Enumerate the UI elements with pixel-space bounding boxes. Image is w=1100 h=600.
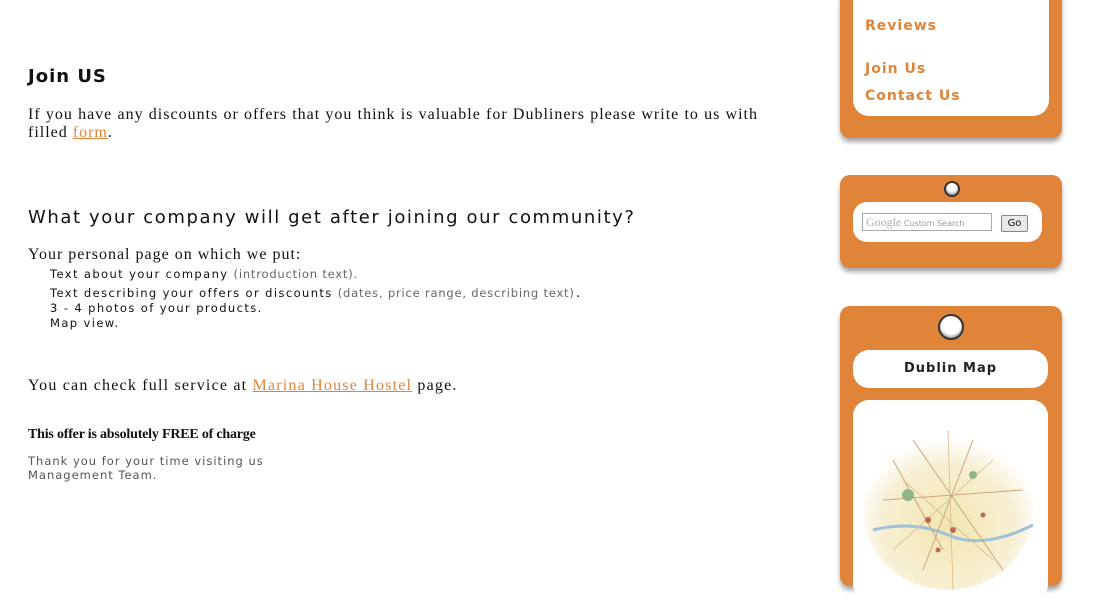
nav-join-us[interactable]: Join Us <box>865 61 926 77</box>
search-panel-inner: Google Custom Search Go <box>853 202 1042 242</box>
search-input[interactable]: Google Custom Search <box>862 213 992 231</box>
map-image <box>853 400 1048 600</box>
feature-note: (dates, price range, describing text) <box>337 286 575 300</box>
personal-page-text: Your personal page on which we put: <box>28 246 302 263</box>
page-title: Join US <box>28 66 107 87</box>
nav-panel: Reviews Join Us Contact Us <box>840 0 1062 138</box>
nav-reviews[interactable]: Reviews <box>865 18 937 34</box>
thanks-text: Thank you for your time visiting us Manag… <box>28 454 264 482</box>
feature-list: Text about your company (introduction te… <box>50 267 582 331</box>
nav-panel-inner: Reviews Join Us Contact Us <box>853 0 1049 116</box>
hanger-ring-icon <box>944 181 960 197</box>
intro-end: . <box>107 124 113 141</box>
check-service-text: You can check full service at Marina Hou… <box>28 377 458 395</box>
check-end: page. <box>412 377 458 394</box>
google-logo: Google <box>866 215 902 229</box>
search-panel: Google Custom Search Go <box>840 175 1062 268</box>
intro-paragraph: If you have any discounts or offers that… <box>28 106 758 142</box>
list-item: Map view. <box>50 316 582 331</box>
feature-end: . <box>574 286 583 300</box>
map-panel: Dublin Map <box>840 306 1062 600</box>
hanger-ring-icon <box>938 314 964 340</box>
dublin-map-thumbnail[interactable] <box>853 400 1048 600</box>
thanks-line-2: Management Team. <box>28 468 158 482</box>
marina-house-link[interactable]: Marina House Hostel <box>253 377 413 394</box>
map-title: Dublin Map <box>853 350 1048 388</box>
list-item: 3 - 4 photos of your products. <box>50 301 582 316</box>
feature-note: (introduction text). <box>233 267 358 281</box>
feature-text: Map view. <box>50 316 120 330</box>
check-text: You can check full service at <box>28 377 253 394</box>
thanks-line-1: Thank you for your time visiting us <box>28 454 264 468</box>
free-offer-text: This offer is absolutely FREE of charge <box>28 427 256 442</box>
list-item: Text about your company (introduction te… <box>50 267 582 282</box>
intro-text: If you have any discounts or offers that… <box>28 106 758 141</box>
search-placeholder: Custom Search <box>903 219 965 228</box>
feature-text: 3 - 4 photos of your products. <box>50 301 263 315</box>
nav-contact-us[interactable]: Contact Us <box>865 88 961 104</box>
list-item: Text describing your offers or discounts… <box>50 286 582 301</box>
feature-text: Text describing your offers or discounts <box>50 286 338 300</box>
form-link[interactable]: form <box>73 124 108 141</box>
go-button[interactable]: Go <box>1001 215 1028 232</box>
feature-text: Text about your company <box>50 267 234 281</box>
community-heading: What your company will get after joining… <box>28 207 636 228</box>
